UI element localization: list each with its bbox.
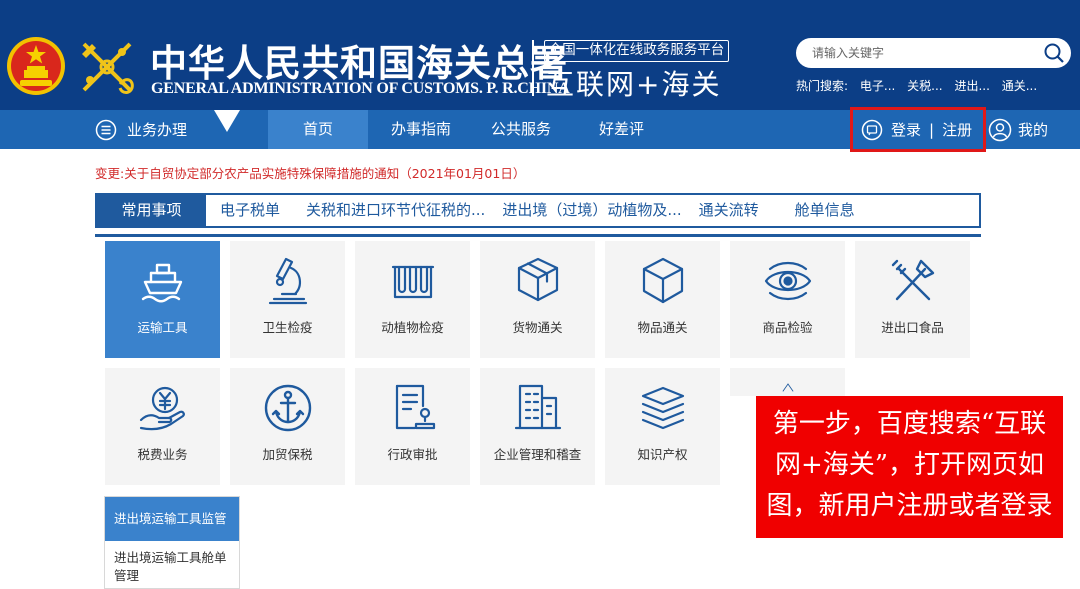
fork-knife-icon	[891, 259, 934, 301]
tile-hidden[interactable]	[730, 368, 845, 396]
header-divider	[532, 40, 534, 96]
tile-administrative-approval[interactable]: 行政审批	[355, 368, 470, 485]
tile-tax-business[interactable]: 税费业务	[105, 368, 220, 485]
tab-e-tax[interactable]: 电子税单	[220, 195, 280, 226]
platform-name: 互联网+海关	[546, 68, 722, 101]
register-link[interactable]: 注册	[942, 119, 972, 140]
national-emblem-icon	[7, 37, 65, 95]
tile-partial-icon	[782, 383, 793, 392]
tile-health-quarantine[interactable]: 卫生检疫	[230, 241, 345, 358]
hot-search: 热门搜索: 电子... 关税... 进出... 通关...	[796, 77, 1045, 94]
hot-search-item[interactable]: 电子...	[860, 79, 895, 93]
user-icon	[988, 118, 1012, 141]
tile-commodity-inspection[interactable]: 商品检验	[730, 241, 845, 358]
submenu-item-manifest[interactable]: 进出境运输工具舱单管理	[105, 541, 239, 585]
tile-label: 商品检验	[762, 320, 813, 335]
approval-doc-icon	[395, 384, 435, 430]
tile-label: 行政审批	[387, 447, 438, 462]
test-tubes-icon	[391, 265, 434, 299]
chat-icon	[861, 119, 883, 140]
tile-animal-plant-quarantine[interactable]: 动植物检疫	[355, 241, 470, 358]
tab-common[interactable]: 常用事项	[97, 195, 206, 226]
yen-hand-icon	[139, 386, 185, 431]
tab-clearance-flow[interactable]: 通关流转	[699, 195, 759, 226]
tile-label: 进出口食品	[881, 320, 944, 335]
package-icon	[517, 257, 558, 302]
login-link[interactable]: 登录	[891, 119, 921, 140]
nav-guide-link[interactable]: 办事指南	[391, 110, 451, 149]
tile-transport[interactable]: 运输工具	[105, 241, 220, 358]
tile-label: 企业管理和稽查	[493, 447, 582, 462]
tile-label: 物品通关	[637, 320, 688, 335]
tile-label: 动植物检疫	[381, 320, 444, 335]
search-input[interactable]	[796, 38, 1071, 68]
eye-icon	[764, 261, 811, 301]
tabs-underline	[95, 234, 981, 237]
tab-manifest[interactable]: 舱单信息	[795, 195, 855, 226]
platform-tag: 全国一体化在线政务服务平台	[544, 40, 729, 62]
tile-label: 加贸保税	[262, 447, 313, 462]
transport-submenu: 进出境运输工具监管 进出境运输工具舱单管理	[104, 496, 240, 589]
microscope-icon	[268, 257, 307, 305]
site-title-cn: 中华人民共和国海关总署	[150, 41, 568, 85]
cube-icon	[642, 257, 683, 304]
my-account-button[interactable]: 我的	[988, 110, 1048, 149]
hot-search-item[interactable]: 关税...	[907, 79, 942, 93]
notice-link[interactable]: 变更:关于自贸协定部分农产品实施特殊保障措施的通知（2021年01月01日）	[95, 163, 525, 182]
nav-review-link[interactable]: 好差评	[599, 110, 644, 149]
business-menu-label: 业务办理	[127, 121, 188, 139]
tile-import-export-food[interactable]: 进出口食品	[855, 241, 970, 358]
submenu-header[interactable]: 进出境运输工具监管	[105, 497, 239, 541]
tile-label: 运输工具	[137, 320, 188, 335]
menu-icon	[95, 119, 117, 140]
nav-home-tab[interactable]: 首页	[268, 110, 368, 149]
login-register-area: 登录 | 注册	[850, 107, 986, 152]
nav-public-service-link[interactable]: 公共服务	[491, 110, 551, 149]
nav-chevron-icon	[214, 110, 240, 132]
tile-enterprise-audit[interactable]: 企业管理和稽查	[480, 368, 595, 485]
search-icon[interactable]	[1043, 42, 1065, 64]
ship-icon	[141, 263, 182, 303]
login-separator: |	[929, 120, 935, 139]
tab-quarantine[interactable]: 进出境（过境）动植物及...	[502, 195, 681, 226]
tile-label: 知识产权	[637, 447, 688, 462]
anchor-icon	[264, 384, 311, 432]
tile-label: 税费业务	[137, 447, 188, 462]
hot-search-label: 热门搜索:	[796, 79, 849, 93]
tile-article-clearance[interactable]: 物品通关	[605, 241, 720, 358]
hot-search-item[interactable]: 通关...	[1002, 79, 1037, 93]
instruction-overlay: 第一步，百度搜索“互联网+海关”，打开网页如图，新用户注册或者登录	[756, 396, 1063, 538]
tile-processing-trade-bonded[interactable]: 加贸保税	[230, 368, 345, 485]
service-tabs: 常用事项 电子税单 关税和进口环节代征税的... 进出境（过境）动植物及... …	[95, 193, 981, 228]
customs-logo-icon	[82, 42, 134, 94]
tile-label: 卫生检疫	[262, 320, 313, 335]
hot-search-item[interactable]: 进出...	[954, 79, 989, 93]
tab-tariff[interactable]: 关税和进口环节代征税的...	[306, 195, 485, 226]
building-icon	[514, 384, 561, 430]
tile-label: 货物通关	[512, 320, 563, 335]
tile-intellectual-property[interactable]: 知识产权	[605, 368, 720, 485]
tile-goods-clearance[interactable]: 货物通关	[480, 241, 595, 358]
layers-icon	[641, 386, 684, 430]
site-title-en: GENERAL ADMINISTRATION OF CUSTOMS. P. R.…	[151, 80, 570, 97]
my-account-label: 我的	[1018, 121, 1049, 139]
business-menu-button[interactable]: 业务办理	[95, 110, 187, 149]
